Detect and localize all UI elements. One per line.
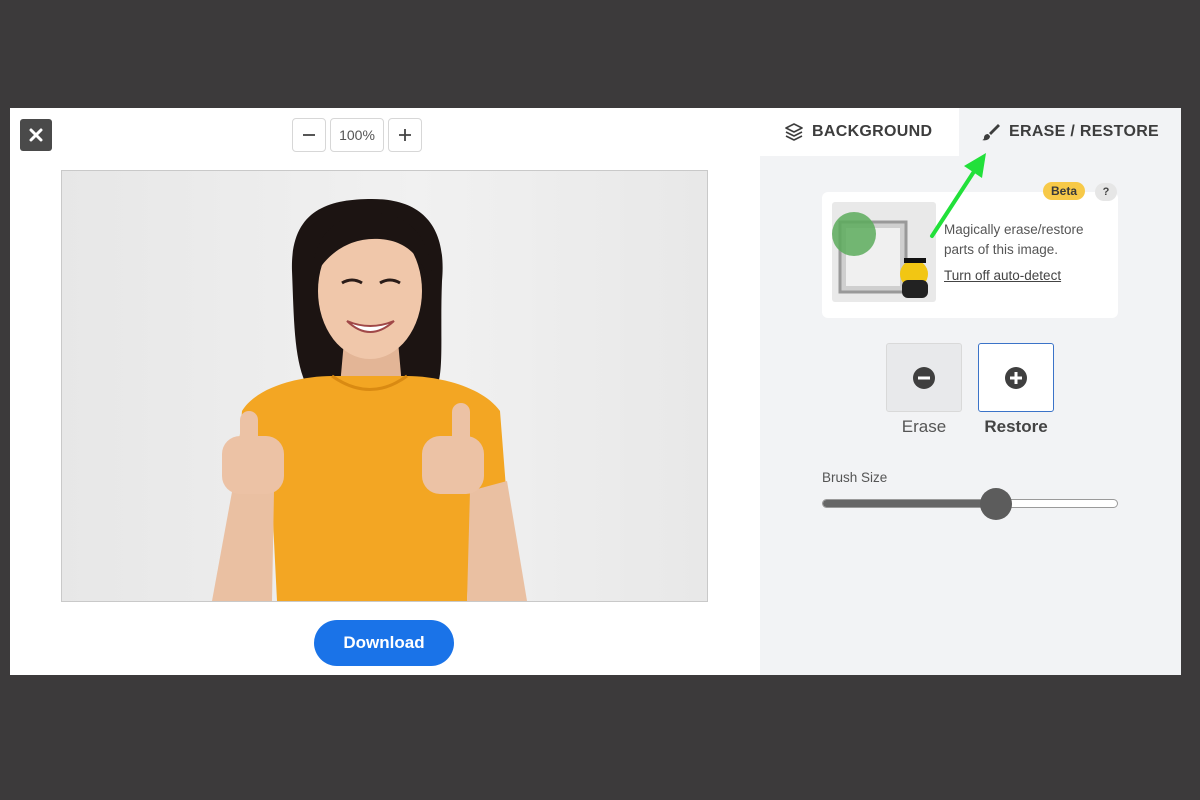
brush-size-thumb[interactable] bbox=[980, 488, 1013, 520]
beta-badge: Beta bbox=[1043, 182, 1086, 200]
erase-mode-button[interactable] bbox=[886, 343, 962, 412]
close-button[interactable] bbox=[20, 119, 52, 151]
plus-icon bbox=[399, 129, 411, 141]
tab-background[interactable]: BACKGROUND bbox=[760, 108, 959, 156]
zoom-level: 100% bbox=[330, 118, 384, 152]
restore-mode-button[interactable] bbox=[978, 343, 1054, 412]
zoom-in-button[interactable] bbox=[388, 118, 422, 152]
help-button[interactable]: ? bbox=[1095, 183, 1117, 201]
minus-icon bbox=[303, 134, 315, 136]
image-editor-window: 100% Download BACKGROUND ERASE / RESTORE… bbox=[10, 108, 1181, 675]
brush-size-label: Brush Size bbox=[822, 470, 888, 485]
tab-background-label: BACKGROUND bbox=[812, 123, 933, 140]
turn-off-auto-detect-link[interactable]: Turn off auto-detect bbox=[944, 268, 1061, 283]
tab-erase-restore-label: ERASE / RESTORE bbox=[1009, 123, 1160, 140]
example-thumbnail bbox=[832, 202, 936, 302]
brush-size-slider[interactable] bbox=[822, 488, 1118, 520]
close-icon bbox=[29, 128, 43, 142]
erase-mode-label: Erase bbox=[901, 417, 947, 436]
layers-icon bbox=[785, 123, 803, 141]
brush-icon bbox=[982, 124, 1000, 141]
side-panel: BACKGROUND ERASE / RESTORE Beta ? Magica… bbox=[760, 108, 1181, 675]
info-description: Magically erase/restore parts of this im… bbox=[944, 222, 1084, 257]
portrait-photo bbox=[212, 199, 527, 601]
download-button[interactable]: Download bbox=[314, 620, 454, 666]
tab-erase-restore[interactable]: ERASE / RESTORE bbox=[959, 108, 1181, 156]
restore-mode-label: Restore bbox=[984, 417, 1048, 436]
plus-circle-icon bbox=[1005, 366, 1027, 389]
brush-size-fill bbox=[823, 500, 997, 507]
zoom-controls: 100% bbox=[292, 118, 422, 152]
panel-tabs: BACKGROUND ERASE / RESTORE bbox=[760, 108, 1181, 156]
info-card: Beta ? Magically erase/restore parts of … bbox=[822, 182, 1118, 318]
zoom-out-button[interactable] bbox=[292, 118, 326, 152]
image-canvas[interactable] bbox=[61, 170, 708, 602]
minus-circle-icon bbox=[913, 366, 935, 389]
